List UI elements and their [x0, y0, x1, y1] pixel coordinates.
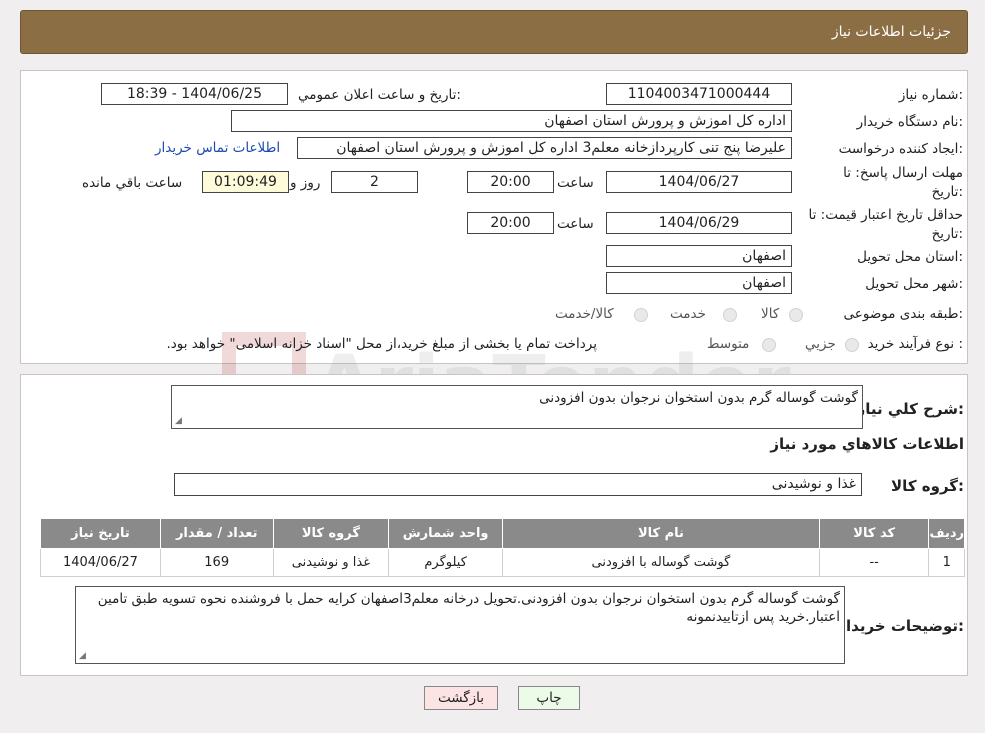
details-panel: شرح كلي نياز: گوشت گوساله گرم بدون استخو… [20, 374, 968, 676]
cell-group: غذا و نوشیدنی [272, 548, 390, 577]
category-option-goods-service: کالا/خدمت [555, 306, 614, 322]
buyer-org-label: نام دستگاه خریدار: [856, 114, 963, 130]
cell-quantity: 169 [159, 548, 274, 577]
items-table: ردیف کد کالا نام کالا واحد شمارش گروه کا… [40, 518, 965, 577]
need-number-field: 1104003471000444 [606, 83, 792, 105]
announce-datetime-label: تاریخ و ساعت اعلان عمومي: [298, 87, 461, 103]
page-header: جزئیات اطلاعات نیاز [20, 10, 968, 54]
delivery-province-field: اصفهان [606, 245, 792, 267]
col-quantity: تعداد / مقدار [159, 518, 274, 549]
reply-deadline-label-1: مهلت ارسال پاسخ: تا [843, 165, 963, 181]
treasury-note: پرداخت تمام یا بخشی از مبلغ خرید،از محل … [166, 336, 597, 352]
resize-grip-icon[interactable]: ◢ [175, 417, 182, 426]
print-button[interactable]: چاپ [518, 686, 580, 710]
reply-deadline-time-label: ساعت [557, 175, 594, 191]
buyer-notes-label: توضیحات خریدار: [837, 617, 964, 635]
announce-datetime-field: 1404/06/25 - 18:39 [101, 83, 288, 105]
delivery-city-field: اصفهان [606, 272, 792, 294]
items-heading: اطلاعات كالاهاي مورد نياز [770, 435, 964, 453]
category-radio-goods[interactable] [789, 308, 803, 322]
requester-label: ایجاد کننده درخواست: [838, 141, 963, 157]
remaining-time-field: 01:09:49 [202, 171, 289, 193]
remaining-days-field: 2 [331, 171, 418, 193]
back-button[interactable]: بازگشت [424, 686, 498, 710]
page-title: جزئیات اطلاعات نیاز [831, 24, 951, 40]
cell-date: 1404/06/27 [40, 548, 161, 577]
purchase-type-option-medium: متوسط [707, 336, 750, 352]
price-validity-label-1: حداقل تاریخ اعتبار قیمت: تا [808, 207, 963, 223]
delivery-province-label: استان محل تحویل: [857, 249, 963, 265]
cell-row: 1 [928, 548, 965, 577]
col-code: کد کالا [818, 518, 930, 549]
category-label: طبقه بندی موضوعی: [843, 306, 963, 322]
buyer-org-field: اداره کل اموزش و پرورش استان اصفهان [231, 110, 792, 132]
category-radio-goods-service[interactable] [634, 308, 648, 322]
table-row: 1 -- گوشت گوساله با افزودنی کیلوگرم غذا … [40, 548, 965, 577]
summary-label: شرح كلي نياز: [856, 400, 964, 418]
need-number-label: شماره نیاز: [898, 87, 963, 103]
reply-deadline-label-2: تاریخ: [931, 184, 963, 200]
cell-unit: کیلوگرم [388, 548, 503, 577]
resize-grip-icon[interactable]: ◢ [79, 652, 86, 661]
col-name: نام کالا [501, 518, 820, 549]
table-header-row: ردیف کد کالا نام کالا واحد شمارش گروه کا… [40, 518, 965, 549]
col-row: ردیف [928, 518, 965, 549]
reply-deadline-time-field: 20:00 [467, 171, 554, 193]
purchase-type-label: نوع فرآیند خرید : [867, 336, 963, 352]
category-option-service: خدمت [670, 306, 706, 322]
cell-code: -- [818, 548, 930, 577]
category-radio-service[interactable] [723, 308, 737, 322]
group-field: غذا و نوشیدنی [174, 473, 862, 496]
reply-deadline-date-field: 1404/06/27 [606, 171, 792, 193]
requester-field: علیرضا پنج تنی کارپردازخانه معلم3 اداره … [297, 137, 792, 159]
price-validity-time-field: 20:00 [467, 212, 554, 234]
col-date: تاریخ نیاز [40, 518, 161, 549]
purchase-type-radio-minor[interactable] [845, 338, 859, 352]
need-info-panel: AriaTender.neT شماره نیاز: 1104003471000… [20, 70, 968, 430]
purchase-type-option-minor: جزیي [805, 336, 836, 352]
remaining-days-label: روز و [290, 175, 321, 191]
buyer-contact-link[interactable]: اطلاعات تماس خریدار [155, 140, 280, 156]
buyer-notes-textarea[interactable]: گوشت گوساله گرم بدون استخوان نرجوان بدون… [75, 586, 845, 664]
buyer-notes-text: گوشت گوساله گرم بدون استخوان نرجوان بدون… [97, 591, 840, 625]
col-group: گروه کالا [272, 518, 390, 549]
remaining-time-label: ساعت باقي مانده [82, 175, 183, 191]
price-validity-time-label: ساعت [557, 216, 594, 232]
price-validity-date-field: 1404/06/29 [606, 212, 792, 234]
purchase-type-radio-medium[interactable] [762, 338, 776, 352]
price-validity-label-2: تاریخ: [931, 226, 963, 242]
cell-name: گوشت گوساله با افزودنی [501, 548, 820, 577]
group-label: گروه کالا: [891, 477, 964, 495]
summary-text: گوشت گوساله گرم بدون استخوان نرجوان بدون… [539, 390, 858, 406]
delivery-city-label: شهر محل تحویل: [865, 276, 963, 292]
col-unit: واحد شمارش [388, 518, 503, 549]
category-option-goods: کالا [761, 306, 780, 322]
summary-textarea[interactable]: گوشت گوساله گرم بدون استخوان نرجوان بدون… [171, 385, 863, 429]
